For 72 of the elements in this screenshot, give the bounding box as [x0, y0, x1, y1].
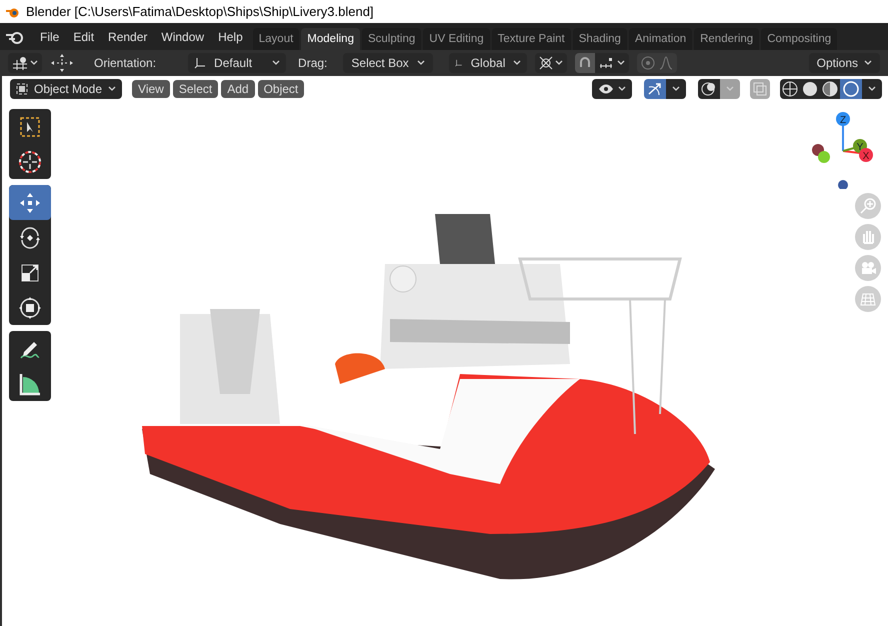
chevron-icon — [417, 60, 426, 66]
menu-item[interactable]: Window — [155, 28, 210, 46]
select-box-icon — [19, 116, 41, 138]
viewport-menu-item[interactable]: Add — [221, 80, 255, 98]
increment-icon — [599, 57, 614, 69]
blender-logo-icon[interactable] — [6, 30, 24, 44]
shading-mode-group[interactable] — [780, 79, 882, 99]
chevron-icon — [513, 60, 522, 66]
pivot-point-dropdown[interactable] — [535, 53, 568, 73]
orientation-label: Orientation: — [94, 55, 156, 72]
workspace-tab[interactable]: Shading — [572, 28, 627, 50]
chevron-icon — [726, 86, 734, 92]
window-title: Blender [C:\Users\Fatima\Desktop\Ships\Ship\Livery3.blend] — [26, 2, 374, 21]
workspace-tab[interactable]: Layout — [252, 28, 300, 50]
eye-icon — [598, 83, 614, 95]
proportional-edit-group[interactable] — [637, 53, 678, 73]
axes-icon — [194, 57, 206, 69]
chevron-icon — [30, 60, 38, 66]
solid-sphere-icon — [800, 79, 820, 99]
move-icon — [18, 190, 42, 214]
scale-icon — [19, 262, 41, 284]
viewport-menu-item[interactable]: View — [132, 80, 170, 98]
gizmo-toggle[interactable] — [644, 79, 686, 99]
cursor-icon — [18, 150, 42, 174]
overlay-toggle[interactable] — [698, 79, 740, 99]
orientation-dropdown[interactable]: Default — [188, 53, 286, 73]
object-mode-icon — [16, 83, 28, 95]
chevron-icon — [672, 86, 680, 92]
workspace-tab[interactable]: Texture Paint — [492, 28, 571, 50]
menu-item[interactable]: Render — [102, 28, 154, 46]
workspace-tab[interactable]: Rendering — [694, 28, 760, 50]
chevron-icon — [272, 60, 280, 66]
rotate-icon — [18, 226, 42, 250]
mode-dropdown[interactable]: Object Mode — [10, 79, 122, 99]
overlay-icon — [698, 79, 720, 99]
chevron-icon — [618, 86, 626, 92]
chevron-icon — [617, 60, 626, 66]
workspace-tab[interactable]: Compositing — [761, 28, 838, 50]
rendered-sphere-icon — [840, 79, 862, 99]
chevron-icon — [555, 60, 564, 66]
workspace-tab[interactable]: Sculpting — [362, 28, 422, 50]
workspace-tab[interactable]: Animation — [628, 28, 692, 50]
falloff-curve-icon — [659, 56, 674, 70]
move-arrows-icon — [50, 53, 74, 73]
chevron-icon — [864, 60, 872, 66]
pivot-dropdown[interactable] — [8, 53, 42, 73]
ruler-icon — [18, 372, 42, 396]
workspace-tab[interactable]: UV Editing — [423, 28, 490, 50]
viewport-menu-item[interactable]: Select — [172, 80, 218, 98]
menu-item[interactable]: Edit — [67, 28, 100, 46]
pivot-icon — [12, 56, 28, 70]
visibility-dropdown[interactable] — [592, 79, 632, 99]
drag-label: Drag: — [298, 55, 328, 72]
drag-dropdown[interactable]: Select Box — [343, 53, 434, 73]
menu-item[interactable]: File — [34, 28, 66, 46]
app-logo-icon — [6, 6, 20, 18]
circle-dot-icon — [641, 56, 656, 70]
half-sphere-icon — [820, 79, 840, 99]
workspace-tab[interactable]: Modeling — [301, 28, 360, 50]
chevron-icon — [868, 86, 876, 92]
axis-gizmo-drawing: Z Y X — [808, 109, 878, 189]
viewport-menu-item[interactable]: Object — [258, 80, 304, 98]
options-dropdown[interactable]: Options — [808, 53, 880, 73]
transform-dropdown[interactable]: Global — [449, 53, 528, 73]
transform-icon — [18, 296, 42, 320]
magnet-icon — [575, 53, 596, 73]
menu-item[interactable]: Help — [212, 28, 249, 46]
snap-group[interactable] — [575, 53, 630, 73]
wireframe-icon — [780, 79, 800, 99]
pivot-point-icon — [539, 56, 554, 70]
gizmo-icon — [644, 79, 666, 99]
chevron-icon — [108, 86, 116, 92]
